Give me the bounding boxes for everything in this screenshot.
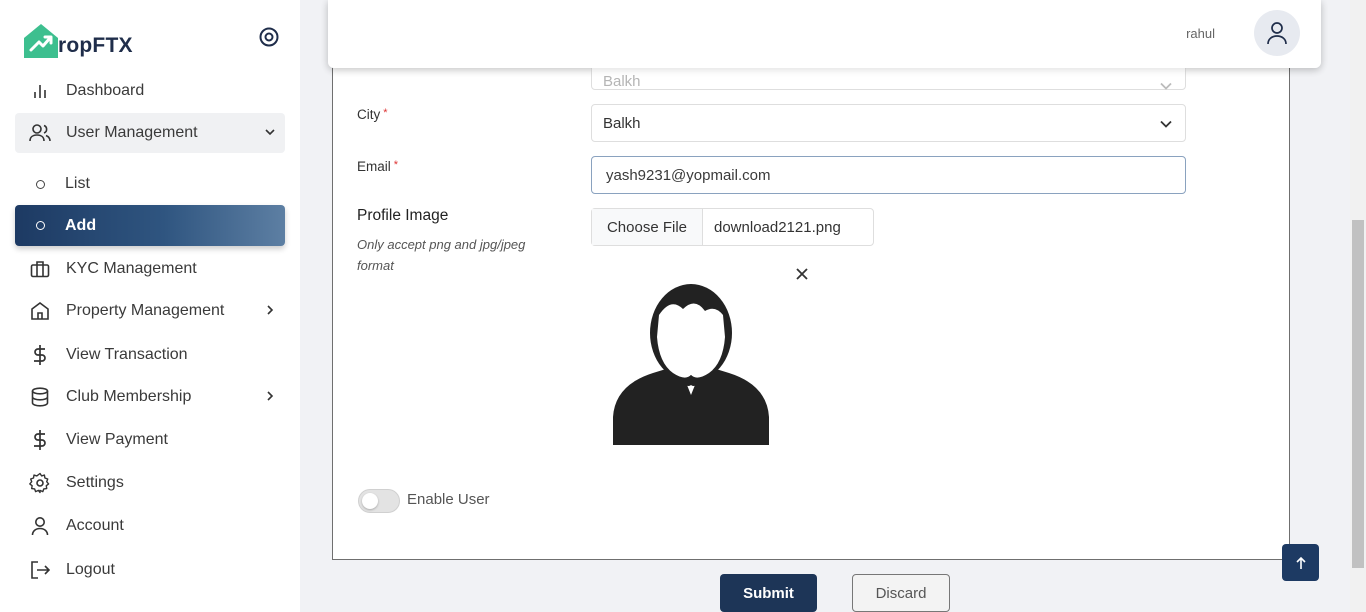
sidebar-subitem-list[interactable]: List (15, 164, 285, 204)
enable-user-label: Enable User (407, 491, 490, 508)
sidebar-item-logout[interactable]: Logout (15, 550, 285, 590)
top-header-overlay: rahul (328, 0, 1321, 68)
enable-user-toggle[interactable] (358, 489, 400, 513)
brand-logo[interactable]: ropFTX (22, 16, 133, 60)
sidebar-item-club-membership[interactable]: Club Membership (15, 377, 285, 417)
sidebar-item-view-transaction[interactable]: View Transaction (15, 335, 285, 375)
sidebar-item-label: Logout (66, 561, 115, 578)
sidebar-item-label: View Transaction (66, 346, 188, 363)
username: rahul (1186, 26, 1215, 41)
scrollbar-thumb[interactable] (1352, 220, 1364, 568)
logo-house-icon (24, 24, 58, 58)
chevron-down-icon (1160, 120, 1172, 128)
sidebar-item-settings[interactable]: Settings (15, 463, 285, 503)
discard-button[interactable]: Discard (852, 574, 950, 612)
sidebar-item-label: View Payment (66, 431, 168, 448)
sidebar-item-label: Add (65, 216, 97, 234)
sidebar-item-account[interactable]: Account (15, 506, 285, 546)
page-scrollbar[interactable] (1350, 0, 1366, 612)
database-icon (29, 386, 51, 408)
email-label: Email * (357, 159, 398, 174)
gear-icon (29, 472, 51, 494)
choose-file-button[interactable]: Choose File (592, 209, 703, 245)
avatar[interactable] (1254, 10, 1300, 56)
user-icon (29, 515, 51, 537)
sidebar-item-view-payment[interactable]: View Payment (15, 420, 285, 460)
briefcase-icon (29, 258, 51, 280)
email-label-text: Email (357, 159, 391, 174)
main-content: rahul (300, 0, 1350, 612)
sidebar-item-property-management[interactable]: Property Management (15, 291, 285, 331)
profile-image-file-input[interactable]: Choose File download2121.png (591, 208, 874, 246)
sidebar: ropFTX Dashboard User Management List Ad… (0, 0, 300, 612)
remove-image-icon[interactable] (795, 266, 809, 280)
sidebar-item-label: User Management (66, 124, 198, 141)
sidebar-item-label: Property Management (66, 302, 225, 319)
chevron-down-icon (1160, 82, 1172, 90)
toggle-knob (362, 493, 378, 509)
email-value: yash9231@yopmail.com (606, 166, 771, 184)
sidebar-item-label: KYC Management (66, 260, 197, 277)
email-field[interactable]: yash9231@yopmail.com (591, 156, 1186, 194)
chevron-right-icon (267, 305, 274, 315)
sidebar-item-label: Dashboard (66, 82, 145, 99)
sidebar-item-label: List (65, 175, 90, 192)
brand-name: ropFTX (58, 34, 133, 57)
dollar-icon (29, 344, 51, 366)
sidebar-item-dashboard[interactable]: Dashboard (15, 71, 285, 111)
sidebar-subitem-add[interactable]: Add (15, 205, 285, 246)
dollar-icon (29, 429, 51, 451)
required-mark: * (393, 159, 399, 171)
users-icon (29, 122, 51, 144)
city-select-value: Balkh (603, 114, 641, 132)
home-icon (29, 300, 51, 322)
state-select-value: Balkh (603, 72, 641, 90)
city-label: City * (357, 107, 388, 122)
logout-icon (29, 559, 51, 581)
city-select[interactable]: Balkh (591, 104, 1186, 142)
city-label-text: City (357, 107, 381, 122)
user-icon (1267, 22, 1287, 45)
sidebar-toggle-icon[interactable] (258, 26, 280, 48)
arrow-up-icon (1295, 556, 1306, 569)
profile-image-preview (591, 267, 791, 467)
required-mark: * (383, 107, 388, 119)
chevron-down-icon (265, 129, 275, 136)
sidebar-item-label: Settings (66, 474, 124, 491)
scroll-to-top-button[interactable] (1282, 544, 1319, 581)
chevron-right-icon (267, 391, 274, 401)
submit-button[interactable]: Submit (720, 574, 817, 612)
profile-image-hint: Only accept png and jpg/jpeg format (357, 237, 526, 273)
file-name: download2121.png (714, 218, 841, 236)
sidebar-item-kyc-management[interactable]: KYC Management (15, 249, 285, 289)
sidebar-item-label: Account (66, 517, 124, 534)
sidebar-item-user-management[interactable]: User Management (15, 113, 285, 153)
circle-icon (36, 179, 45, 189)
profile-image-label: Profile Image (357, 207, 449, 224)
bar-chart-icon (29, 80, 51, 102)
sidebar-item-label: Club Membership (66, 388, 192, 405)
circle-icon (36, 221, 45, 230)
